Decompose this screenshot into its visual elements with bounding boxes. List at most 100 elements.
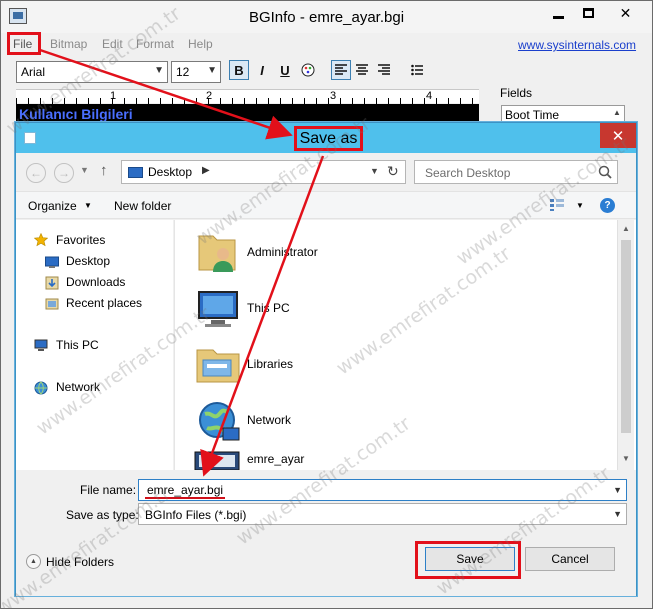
save-as-type-select[interactable]: BGInfo Files (*.bgi) ▼ — [138, 503, 627, 525]
dialog-title: Save as — [294, 126, 363, 151]
chevron-down-icon: ▼ — [154, 65, 164, 76]
organize-button[interactable]: Organize — [28, 199, 77, 213]
file-label: Libraries — [247, 357, 294, 371]
user-folder-icon — [198, 235, 236, 272]
network-icon — [34, 381, 48, 395]
this-pc-icon — [198, 291, 238, 327]
nav-item-recent-places[interactable]: Recent places — [66, 294, 142, 312]
file-name-input[interactable]: emre_ayar.bgi ▼ — [138, 479, 627, 501]
align-left-button[interactable] — [331, 60, 351, 80]
cancel-button[interactable]: Cancel — [525, 547, 615, 571]
chevron-up-icon: ▲ — [26, 554, 41, 569]
nav-item-network[interactable]: Network — [56, 378, 100, 396]
network-icon — [199, 402, 240, 441]
font-size-combo[interactable]: 12 ▼ — [171, 61, 221, 83]
file-name-value[interactable]: emre_ayar.bgi — [145, 483, 226, 499]
chevron-down-icon[interactable]: ▼ — [613, 509, 622, 519]
chevron-down-icon: ▼ — [207, 65, 217, 76]
chevron-down-icon[interactable]: ▼ — [370, 166, 379, 176]
scroll-thumb[interactable] — [621, 240, 631, 433]
menu-format[interactable]: Format — [136, 37, 174, 51]
sysinternals-link[interactable]: www.sysinternals.com — [518, 38, 636, 52]
arrow-right-icon: → — [58, 166, 70, 180]
bold-button[interactable]: B — [229, 60, 249, 80]
font-name-combo[interactable]: Arial ▼ — [16, 61, 168, 83]
help-button[interactable]: ? — [600, 198, 615, 213]
close-button[interactable]: ✕ — [602, 2, 649, 24]
fields-list-item[interactable]: Boot Time — [505, 108, 559, 122]
dialog-icon — [24, 132, 36, 144]
align-left-icon — [335, 64, 347, 75]
bullet-list-icon — [411, 64, 423, 76]
dialog-titlebar: Save as ✕ — [16, 123, 636, 153]
up-button[interactable]: ↑ — [100, 162, 108, 179]
file-name-label: File name: — [80, 483, 137, 497]
chevron-right-icon[interactable]: ▶ — [202, 165, 210, 176]
command-bar: Organize ▼ New folder ▼ ? — [16, 191, 636, 219]
arrow-left-icon: ← — [30, 166, 42, 180]
menu-bitmap[interactable]: Bitmap — [50, 37, 87, 51]
nav-item-this-pc[interactable]: This PC — [56, 336, 99, 354]
file-list: Administrator This PC Libraries Network … — [174, 220, 636, 470]
align-right-button[interactable] — [374, 60, 394, 80]
palette-icon — [301, 63, 315, 77]
back-button[interactable]: ← — [26, 163, 46, 183]
this-pc-icon — [34, 339, 48, 351]
save-button[interactable]: Save — [425, 547, 515, 571]
scroll-down-icon[interactable]: ▼ — [622, 454, 630, 463]
vertical-scrollbar[interactable]: ▲ ▼ — [617, 220, 634, 470]
align-center-icon — [356, 64, 368, 75]
file-label: This PC — [247, 301, 290, 315]
save-as-dialog: Save as ✕ ← → ▼ ↑ Desktop ▶ ▼ ↻ Search D… — [15, 122, 637, 596]
close-icon: ✕ — [619, 4, 632, 21]
save-as-type-value: BGInfo Files (*.bgi) — [145, 508, 247, 522]
close-icon: ✕ — [611, 127, 625, 145]
file-menu-highlight — [7, 32, 41, 55]
nav-item-downloads[interactable]: Downloads — [66, 273, 125, 291]
star-icon — [34, 233, 48, 247]
dialog-close-button[interactable]: ✕ — [600, 123, 636, 148]
menu-edit[interactable]: Edit — [102, 37, 123, 51]
search-input[interactable]: Search Desktop — [414, 160, 618, 184]
menu-help[interactable]: Help — [188, 37, 213, 51]
nav-item-favorites[interactable]: Favorites — [56, 231, 105, 249]
file-label: Network — [247, 413, 292, 427]
chevron-down-icon[interactable]: ▼ — [613, 485, 622, 495]
ruler-number: 1 — [110, 90, 117, 102]
bullet-list-button[interactable] — [407, 60, 427, 80]
navigation-pane: Favorites Desktop Downloads Recent place… — [16, 220, 173, 470]
maximize-button[interactable] — [572, 2, 605, 24]
ruler: 1 2 3 4 — [16, 89, 479, 104]
underline-button[interactable]: U — [275, 60, 295, 80]
chevron-down-icon[interactable]: ▼ — [84, 201, 92, 210]
chevron-down-icon[interactable]: ▼ — [576, 201, 584, 210]
search-placeholder: Search Desktop — [425, 166, 511, 180]
scroll-up-icon[interactable]: ▲ — [622, 224, 630, 233]
bginfo-titlebar: BGInfo - emre_ayar.bgi ✕ — [1, 1, 652, 33]
new-folder-button[interactable]: New folder — [114, 199, 171, 213]
search-icon — [598, 165, 612, 179]
text-color-button[interactable] — [298, 60, 318, 80]
address-location[interactable]: Desktop — [148, 165, 192, 179]
bginfo-editor[interactable]: Kullanıcı Bilgileri — [16, 104, 479, 124]
libraries-icon — [196, 349, 240, 383]
ruler-number: 3 — [330, 90, 337, 102]
ruler-number: 4 — [426, 90, 433, 102]
address-bar[interactable]: Desktop ▶ ▼ ↻ — [121, 160, 406, 184]
fields-label: Fields — [500, 86, 533, 100]
editor-text: Kullanıcı Bilgileri — [19, 106, 133, 122]
forward-button[interactable]: → — [54, 163, 74, 183]
maximize-icon — [583, 8, 594, 18]
italic-button[interactable]: I — [252, 60, 272, 80]
recent-locations-button[interactable]: ▼ — [80, 165, 89, 175]
font-name-value: Arial — [21, 65, 46, 79]
font-size-value: 12 — [176, 65, 190, 79]
nav-item-desktop[interactable]: Desktop — [66, 252, 110, 270]
ruler-number: 2 — [206, 90, 213, 102]
downloads-icon — [45, 276, 59, 290]
refresh-icon[interactable]: ↻ — [387, 163, 399, 180]
minimize-button[interactable] — [542, 2, 575, 24]
view-options-icon[interactable] — [549, 198, 565, 212]
bginfo-file-icon — [194, 451, 240, 470]
align-center-button[interactable] — [352, 60, 372, 80]
